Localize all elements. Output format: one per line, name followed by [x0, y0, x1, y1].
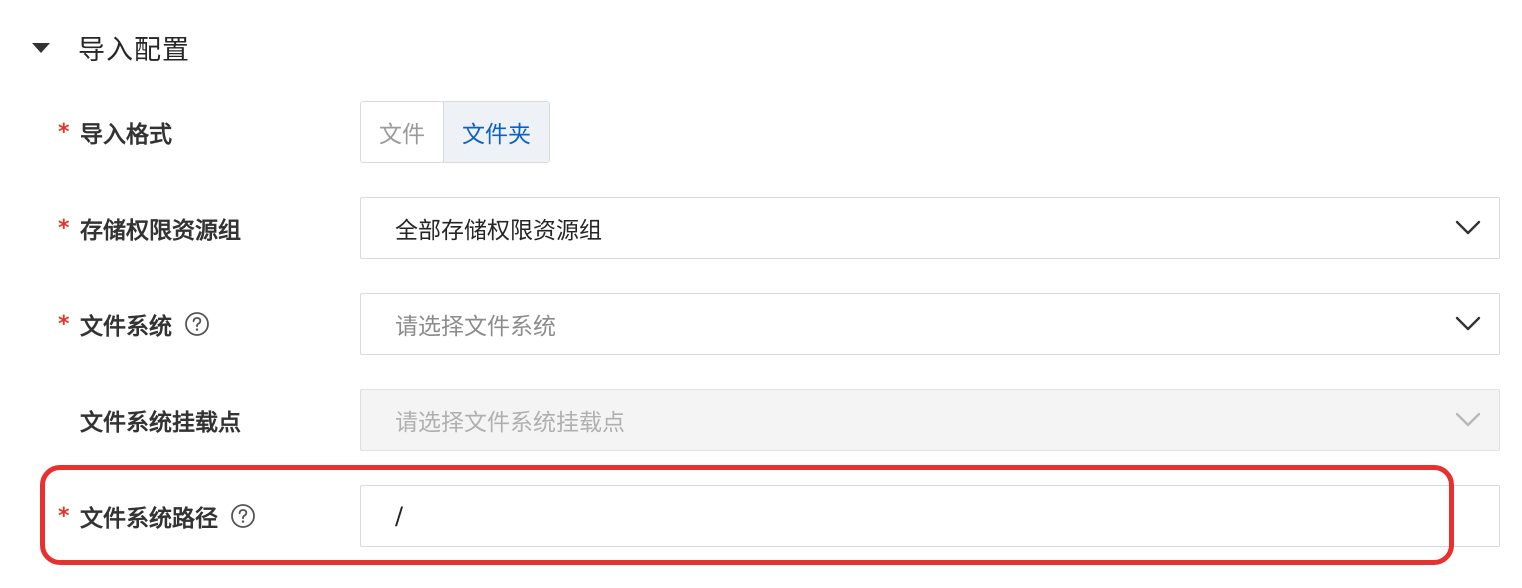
field-label-import-format: * 导入格式 [58, 101, 172, 163]
mount-point-placeholder: 请选择文件系统挂载点 [395, 410, 625, 436]
import-format-segmented-control: 文件 文件夹 [360, 101, 550, 163]
file-system-placeholder: 请选择文件系统 [395, 314, 556, 340]
chevron-down-icon [1455, 316, 1481, 332]
file-system-label: 文件系统 [80, 314, 172, 340]
mount-point-select: 请选择文件系统挂载点 [360, 389, 1500, 451]
storage-group-selected-value: 全部存储权限资源组 [395, 218, 602, 244]
file-system-path-input[interactable] [360, 485, 1500, 547]
file-system-select[interactable]: 请选择文件系统 [360, 293, 1500, 355]
help-question-icon[interactable] [230, 503, 256, 529]
chevron-down-icon [1455, 412, 1481, 428]
caret-down-icon[interactable] [32, 43, 50, 53]
required-asterisk: * [58, 503, 70, 529]
storage-group-label: 存储权限资源组 [80, 218, 241, 244]
required-asterisk: * [58, 119, 70, 145]
segment-option-folder[interactable]: 文件夹 [443, 102, 549, 162]
chevron-down-icon [1455, 220, 1481, 236]
storage-group-select[interactable]: 全部存储权限资源组 [360, 197, 1500, 259]
field-label-storage-group: * 存储权限资源组 [58, 197, 241, 259]
required-asterisk: * [58, 215, 70, 241]
mount-point-label: 文件系统挂载点 [80, 410, 241, 436]
import-config-panel: 导入配置 * 导入格式 文件 文件夹 * 存储权限资源组 全部存储权限资源组 *… [0, 0, 1522, 588]
file-system-path-label: 文件系统路径 [80, 506, 218, 532]
required-asterisk: * [58, 311, 70, 337]
section-title: 导入配置 [78, 34, 190, 66]
field-label-mount-point: 文件系统挂载点 [58, 389, 241, 451]
section-header-import-config[interactable]: 导入配置 [32, 24, 190, 70]
import-format-label: 导入格式 [80, 122, 172, 148]
help-question-icon[interactable] [184, 311, 210, 337]
segment-option-file[interactable]: 文件 [361, 102, 443, 162]
field-label-file-system-path: * 文件系统路径 [58, 485, 256, 547]
field-label-file-system: * 文件系统 [58, 293, 210, 355]
